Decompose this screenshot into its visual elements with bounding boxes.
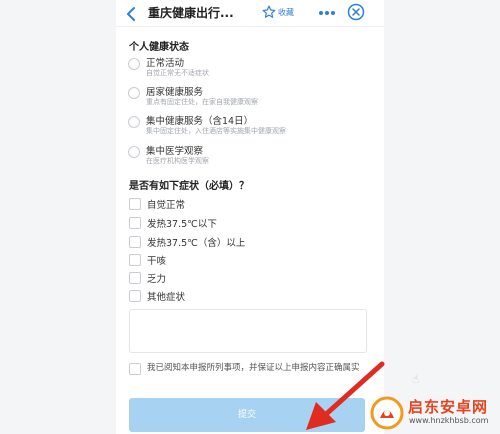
radio-button[interactable] <box>128 116 140 128</box>
option-label: 正常活动 <box>146 58 185 69</box>
watermark: 启东安卓网 www.hnzkhbsb.com <box>368 392 500 434</box>
checkbox-label: 自觉正常 <box>147 200 186 211</box>
watermark-url: www.hnzkhbsb.com <box>409 416 489 425</box>
checkbox-feel-normal[interactable]: 自觉正常 <box>129 197 369 213</box>
favorite-button[interactable]: 收藏 <box>262 3 294 21</box>
checkbox-fever-below[interactable]: 发热37.5℃以下 <box>129 216 369 232</box>
more-dots-icon[interactable] <box>317 5 337 21</box>
symptoms-title: 是否有如下症状（必填）？ <box>129 181 249 192</box>
radio-button[interactable] <box>128 87 140 99</box>
checkbox-label: 其他症状 <box>147 292 186 303</box>
checkbox-fatigue[interactable]: 乏力 <box>129 271 369 287</box>
checkbox-label: 乏力 <box>147 274 167 285</box>
option-description: 自觉正常无不适症状 <box>146 69 209 77</box>
top-bar: 重庆健康出行... 收藏 <box>116 0 384 27</box>
favorite-label: 收藏 <box>278 7 294 17</box>
option-description: 集中固定住处，入住酒店等实施集中健康观察 <box>146 127 286 135</box>
checkbox-dry-cough[interactable]: 干咳 <box>129 253 369 269</box>
checkbox-label: 干咳 <box>147 256 167 267</box>
radio-button[interactable] <box>128 146 140 158</box>
checkbox-fever-above[interactable]: 发热37.5℃（含）以上 <box>129 235 369 251</box>
option-label: 集中医学观察 <box>146 146 204 157</box>
radio-home-health-service[interactable]: 居家健康服务 重点有固定住处，在家自我健康观察 <box>128 84 378 110</box>
back-arrow-icon[interactable] <box>124 6 140 22</box>
checkbox-label: 发热37.5℃（含）以上 <box>147 238 246 249</box>
radio-normal-activity[interactable]: 正常活动 自觉正常无不适症状 <box>128 55 378 81</box>
checkbox[interactable] <box>129 363 141 375</box>
checkbox[interactable] <box>129 272 141 284</box>
radio-centralized-health-service[interactable]: 集中健康服务（含14日） 集中固定住处，入住酒店等实施集中健康观察 <box>128 113 378 139</box>
health-status-title: 个人健康状态 <box>129 42 189 53</box>
other-symptoms-textarea[interactable] <box>129 309 367 353</box>
page-title: 重庆健康出行... <box>148 6 234 20</box>
checkbox-label: 发热37.5℃以下 <box>147 219 217 230</box>
checkbox[interactable] <box>129 254 141 266</box>
checkbox[interactable] <box>129 198 141 210</box>
watermark-text: 启东安卓网 <box>408 398 489 416</box>
hand-cursor-icon: ☝ <box>412 372 420 386</box>
option-description: 重点有固定住处，在家自我健康观察 <box>146 98 258 106</box>
checkbox[interactable] <box>129 236 141 248</box>
checkbox[interactable] <box>129 290 141 302</box>
close-icon[interactable] <box>347 3 365 21</box>
watermark-logo-icon <box>370 396 404 430</box>
option-label: 集中健康服务（含14日） <box>146 116 254 127</box>
star-icon <box>262 5 276 18</box>
radio-medical-observation[interactable]: 集中医学观察 在医疗机构医学观察 <box>128 143 378 169</box>
checkbox[interactable] <box>129 217 141 229</box>
checkbox-other-symptoms[interactable]: 其他症状 <box>129 289 369 305</box>
radio-button[interactable] <box>128 58 140 70</box>
option-label: 居家健康服务 <box>146 87 204 98</box>
option-description: 在医疗机构医学观察 <box>146 157 209 165</box>
